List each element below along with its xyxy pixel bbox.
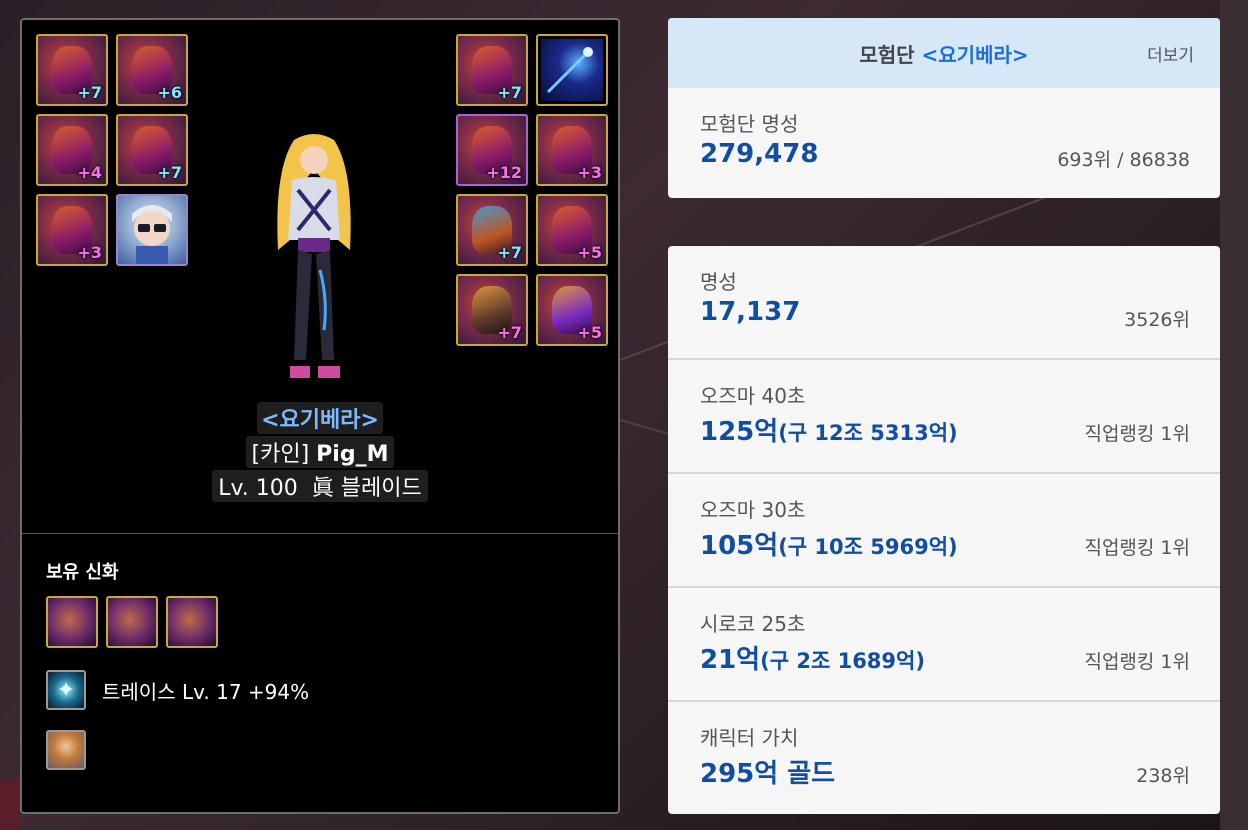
- myth-item-1[interactable]: [46, 596, 98, 648]
- equipment-slot-title[interactable]: [536, 34, 608, 106]
- more-link[interactable]: 더보기: [1147, 41, 1194, 66]
- adventure-fame-label: 모험단 명성: [700, 112, 799, 136]
- stat-sub-value: (구 2조 1689억): [760, 649, 925, 673]
- equipment-slot-right-8[interactable]: +5: [536, 274, 608, 346]
- myth-section: 보유 신화 ✦ 트레이스 Lv. 17 +94%: [22, 534, 618, 770]
- equipment-slot-left-3[interactable]: +4: [36, 114, 108, 186]
- stat-label: 오즈마 40초: [700, 384, 806, 408]
- face-icon: [132, 205, 172, 264]
- equipment-slot-avatar-face[interactable]: [116, 194, 188, 266]
- character-sprite: [277, 134, 351, 378]
- stat-label: 명성: [700, 270, 737, 294]
- enhance-level: +6: [157, 83, 182, 102]
- equipment-slot-right-3[interactable]: +12: [456, 114, 528, 186]
- stat-main-value: 105억: [700, 531, 779, 561]
- stat-main-value: 21억: [700, 645, 761, 675]
- equipment-slot-right-6[interactable]: +5: [536, 194, 608, 266]
- stat-label: 오즈마 30초: [700, 498, 806, 522]
- equipment-slot-left-5[interactable]: +3: [36, 194, 108, 266]
- stat-row-ozma-30: 오즈마 30초 105억(구 10조 5969억) 직업랭킹 1위: [668, 474, 1220, 588]
- myth-item-2[interactable]: [106, 596, 158, 648]
- enhance-level: +7: [77, 83, 102, 102]
- adventure-title-name[interactable]: <요기베라>: [922, 43, 1029, 67]
- stat-main-value: 125억: [700, 417, 779, 447]
- stat-rank: 238위: [1136, 765, 1190, 787]
- server-and-name: [카인] Pig_M: [245, 436, 395, 468]
- comet-icon: [546, 47, 593, 94]
- enhance-level: +3: [577, 163, 602, 182]
- equipment-slot-left-4[interactable]: +7: [116, 114, 188, 186]
- trace-icon[interactable]: ✦: [46, 670, 86, 710]
- adventure-title-prefix: 모험단: [859, 42, 915, 67]
- enhance-level: +7: [497, 243, 522, 262]
- adventure-name[interactable]: <요기베라>: [257, 402, 383, 434]
- buddy-portrait-icon[interactable]: [46, 730, 86, 770]
- equipment-slot-right-1[interactable]: +7: [456, 34, 528, 106]
- enhance-level: +7: [157, 163, 182, 182]
- level-and-job: Lv. 100 眞 블레이드: [212, 470, 428, 502]
- stat-row-sirocco-25: 시로코 25초 21억(구 2조 1689억) 직업랭킹 1위: [668, 588, 1220, 702]
- stat-row-ozma-40: 오즈마 40초 125억(구 12조 5313억) 직업랭킹 1위: [668, 360, 1220, 474]
- equipment-slot-right-7[interactable]: +7: [456, 274, 528, 346]
- equipment-area: +7 +6 +4 +7 +3 +7 +12 +3 +7 +5 +7 +5 <요기…: [22, 20, 618, 534]
- stat-value: 295억 골드: [700, 753, 1188, 790]
- character-name: Pig_M: [316, 442, 389, 467]
- myth-title: 보유 신화: [46, 562, 119, 583]
- stat-main-value: 295억 골드: [700, 759, 836, 789]
- trace-row: ✦ 트레이스 Lv. 17 +94%: [46, 670, 594, 710]
- character-job: 眞 블레이드: [311, 476, 422, 501]
- character-panel: +7 +6 +4 +7 +3 +7 +12 +3 +7 +5 +7 +5 <요기…: [20, 18, 620, 814]
- stat-rank: 직업랭킹 1위: [1084, 651, 1190, 673]
- stat-rank: 3526위: [1124, 309, 1190, 331]
- character-level: Lv. 100: [218, 476, 298, 501]
- stats-card: 명성 17,137 3526위 오즈마 40초 125억(구 12조 5313억…: [668, 246, 1220, 814]
- stat-sub-value: (구 10조 5969억): [778, 535, 958, 559]
- stat-row-character-value: 캐릭터 가치 295억 골드 238위: [668, 702, 1220, 814]
- enhance-level: +3: [77, 243, 102, 262]
- stat-sub-value: (구 12조 5313억): [778, 421, 958, 445]
- enhance-level: +5: [577, 323, 602, 342]
- equipment-slot-left-2[interactable]: +6: [116, 34, 188, 106]
- enhance-level: +5: [577, 243, 602, 262]
- myth-item-3[interactable]: [166, 596, 218, 648]
- myth-items: [46, 596, 594, 648]
- server-name: [카인]: [251, 442, 310, 467]
- equipment-slot-right-5[interactable]: +7: [456, 194, 528, 266]
- stat-label: 캐릭터 가치: [700, 726, 799, 750]
- adventure-fame-row: 모험단 명성 279,478 693위 / 86838: [668, 88, 1220, 198]
- adventure-fame-rank: 693위 / 86838: [1057, 149, 1190, 171]
- stat-main-value: 17,137: [700, 297, 801, 327]
- adventure-card: 모험단 <요기베라> 더보기 모험단 명성 279,478 693위 / 868…: [668, 18, 1220, 198]
- enhance-level: +7: [497, 83, 522, 102]
- trace-text: 트레이스 Lv. 17 +94%: [102, 679, 310, 704]
- equipment-slot-right-4[interactable]: +3: [536, 114, 608, 186]
- stat-rank: 직업랭킹 1위: [1084, 537, 1190, 559]
- equipment-slot-left-1[interactable]: +7: [36, 34, 108, 106]
- enhance-level: +7: [497, 323, 522, 342]
- stat-row-fame: 명성 17,137 3526위: [668, 246, 1220, 360]
- enhance-level: +12: [486, 163, 522, 182]
- enhance-level: +4: [77, 163, 102, 182]
- stat-rank: 직업랭킹 1위: [1084, 423, 1190, 445]
- stat-value: 17,137: [700, 297, 1188, 327]
- buddy-row: [46, 730, 594, 770]
- adventure-card-header: 모험단 <요기베라> 더보기: [668, 18, 1220, 88]
- adventure-card-title: 모험단 <요기베라>: [859, 39, 1028, 68]
- stat-label: 시로코 25초: [700, 612, 806, 636]
- character-info: <요기베라> [카인] Pig_M Lv. 100 眞 블레이드: [22, 402, 618, 502]
